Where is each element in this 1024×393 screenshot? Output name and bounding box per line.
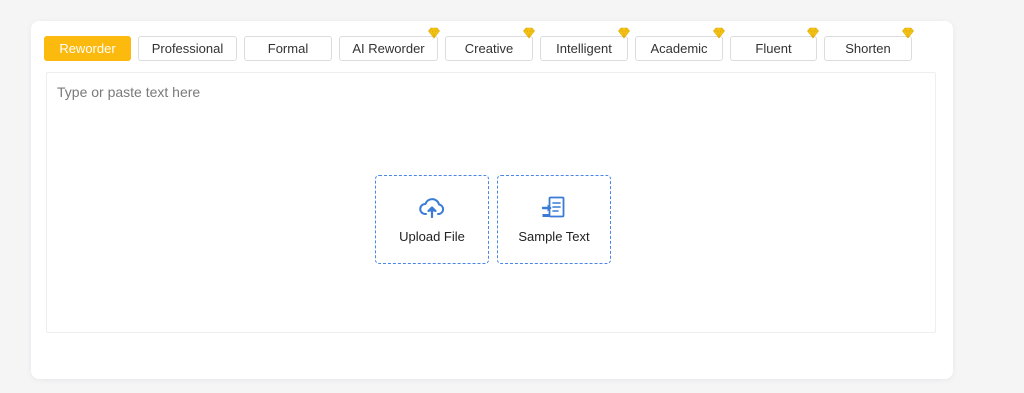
tab-ai-reworder[interactable]: AI Reworder [339, 27, 440, 61]
reworder-card: Reworder Professional Formal AI Reworder… [31, 21, 953, 379]
tab-intelligent[interactable]: Intelligent [540, 27, 630, 61]
tab-label: Intelligent [556, 41, 612, 56]
premium-gem-icon [618, 27, 630, 39]
cloud-upload-icon [419, 198, 445, 219]
tab-formal[interactable]: Formal [244, 36, 332, 61]
tab-label: Academic [650, 41, 708, 56]
mode-tabs: Reworder Professional Formal AI Reworder… [44, 27, 914, 61]
premium-gem-icon [428, 27, 440, 39]
tab-label: Formal [267, 41, 309, 56]
tab-creative[interactable]: Creative [445, 27, 535, 61]
tab-shorten[interactable]: Shorten [824, 27, 914, 61]
sample-text-label: Sample Text [518, 229, 590, 244]
premium-gem-icon [902, 27, 914, 39]
tab-academic[interactable]: Academic [635, 27, 725, 61]
text-input-area[interactable]: Type or paste text here Upload File Samp… [46, 72, 936, 333]
tab-label: Professional [151, 41, 224, 56]
tab-professional[interactable]: Professional [138, 36, 237, 61]
premium-gem-icon [713, 27, 725, 39]
sample-text-button[interactable]: Sample Text [497, 175, 611, 264]
tab-label: Shorten [845, 41, 891, 56]
premium-gem-icon [523, 27, 535, 39]
editor-placeholder: Type or paste text here [57, 84, 201, 100]
premium-gem-icon [807, 27, 819, 39]
tab-label: AI Reworder [352, 41, 425, 56]
page: Reworder Professional Formal AI Reworder… [0, 0, 1024, 393]
tab-reworder[interactable]: Reworder [44, 36, 131, 61]
tab-label: Fluent [755, 41, 792, 56]
tab-label: Reworder [59, 41, 116, 56]
sample-text-icon [541, 196, 565, 218]
upload-file-button[interactable]: Upload File [375, 175, 489, 264]
tab-fluent[interactable]: Fluent [730, 27, 819, 61]
tab-label: Creative [464, 41, 514, 56]
upload-file-label: Upload File [399, 229, 465, 244]
